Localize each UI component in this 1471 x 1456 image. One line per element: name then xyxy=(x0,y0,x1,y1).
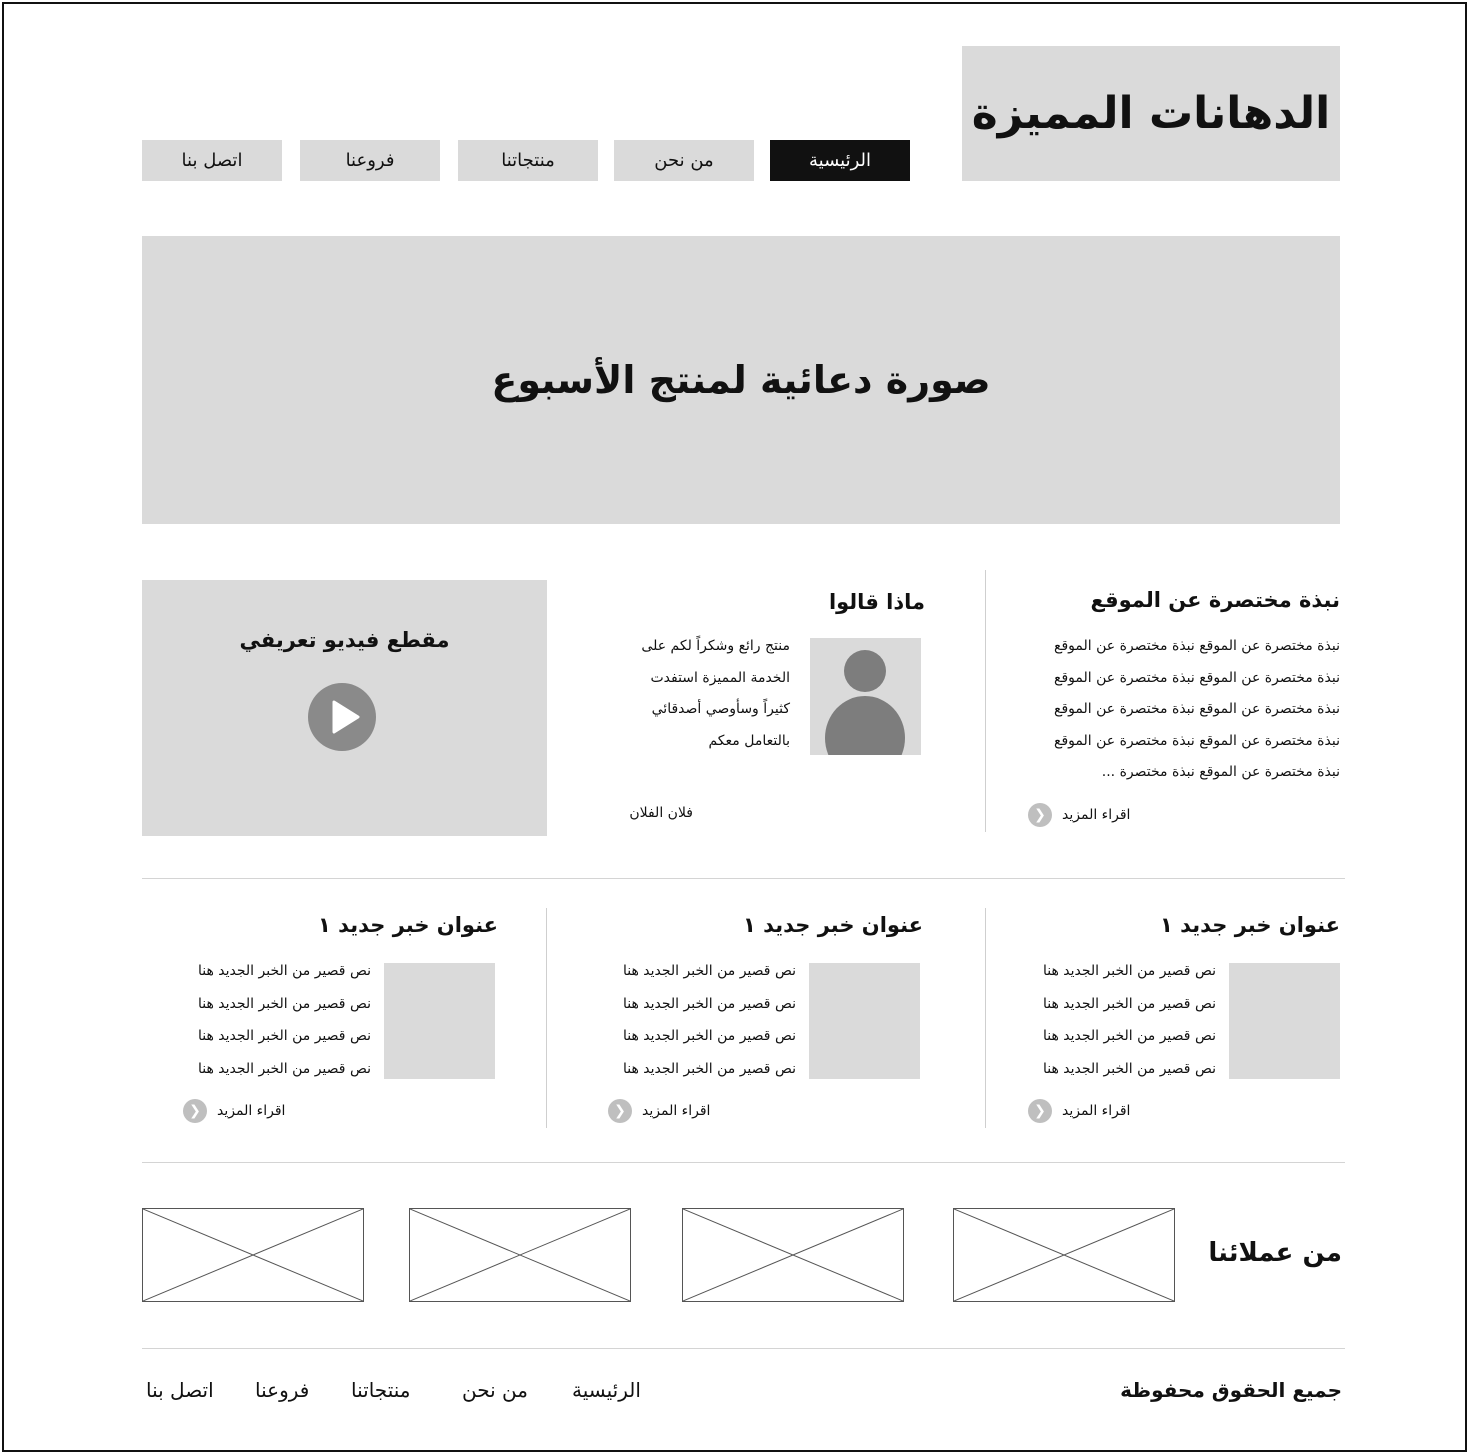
news-text: نص قصير من الخبر الجديد هنا نص قصير من ا… xyxy=(146,955,371,1085)
client-logo[interactable] xyxy=(142,1208,364,1302)
clients-title: من عملائنا xyxy=(1208,1238,1342,1268)
news-line: نص قصير من الخبر الجديد هنا xyxy=(1042,995,1216,1012)
nav-about[interactable]: من نحن xyxy=(614,140,754,181)
testimonial-line: منتج رائع وشكراً لكم على xyxy=(641,638,790,654)
news-text: نص قصير من الخبر الجديد هنا نص قصير من ا… xyxy=(990,955,1216,1085)
copyright-text: جميع الحقوق محفوظة xyxy=(1120,1378,1342,1402)
column-divider xyxy=(985,570,986,832)
news-read-more[interactable]: اقراء المزيد ❮ xyxy=(1028,1099,1130,1123)
nav-contact[interactable]: اتصل بنا xyxy=(142,140,282,181)
news-title: عنوان خبر جديد ١ xyxy=(317,913,498,937)
column-divider xyxy=(546,908,547,1128)
news-line: نص قصير من الخبر الجديد هنا xyxy=(1042,1028,1216,1044)
nav-branches-label: فروعنا xyxy=(345,150,395,171)
image-placeholder-icon xyxy=(409,1208,631,1302)
news-read-more[interactable]: اقراء المزيد ❮ xyxy=(183,1099,285,1123)
client-logo[interactable] xyxy=(682,1208,904,1302)
news-title: عنوان خبر جديد ١ xyxy=(1159,913,1340,937)
read-more-label: اقراء المزيد xyxy=(1062,807,1131,823)
news-image xyxy=(809,963,920,1079)
nav-about-label: من نحن xyxy=(654,150,714,171)
nav-home[interactable]: الرئيسية xyxy=(770,140,910,181)
about-line: نبذة مختصرة عن الموقع نبذة مختصرة ... xyxy=(1101,764,1340,780)
footer-link-about[interactable]: من نحن xyxy=(462,1378,528,1402)
nav-products[interactable]: منتجاتنا xyxy=(458,140,598,181)
user-icon xyxy=(825,650,905,755)
testimonial-title: ماذا قالوا xyxy=(828,590,925,614)
footer-link-products[interactable]: منتجاتنا xyxy=(351,1378,410,1402)
video-player[interactable]: مقطع فيديو تعريفي xyxy=(142,580,547,836)
testimonial-line: كثيراً وسأوصي أصدقائي xyxy=(651,701,790,717)
about-line: نبذة مختصرة عن الموقع نبذة مختصرة عن الم… xyxy=(1054,732,1340,749)
read-more-label: اقراء المزيد xyxy=(217,1103,286,1119)
news-read-more[interactable]: اقراء المزيد ❮ xyxy=(608,1099,710,1123)
footer-link-contact[interactable]: اتصل بنا xyxy=(146,1378,214,1402)
about-line: نبذة مختصرة عن الموقع نبذة مختصرة عن الم… xyxy=(1054,669,1340,686)
about-line: نبذة مختصرة عن الموقع نبذة مختصرة عن الم… xyxy=(1054,638,1340,654)
news-title: عنوان خبر جديد ١ xyxy=(742,913,923,937)
video-title: مقطع فيديو تعريفي xyxy=(239,628,450,652)
about-read-more[interactable]: اقراء المزيد ❮ xyxy=(1028,803,1130,827)
chevron-left-icon: ❮ xyxy=(1028,1099,1052,1123)
nav-home-label: الرئيسية xyxy=(809,150,871,171)
chevron-left-icon: ❮ xyxy=(1028,803,1052,827)
image-placeholder-icon xyxy=(682,1208,904,1302)
site-logo[interactable]: الدهانات المميزة xyxy=(962,46,1340,181)
hero-banner[interactable]: صورة دعائية لمنتج الأسبوع xyxy=(142,236,1340,524)
news-line: نص قصير من الخبر الجديد هنا xyxy=(197,1060,371,1077)
chevron-left-icon: ❮ xyxy=(183,1099,207,1123)
nav-products-label: منتجاتنا xyxy=(501,150,555,171)
about-text: نبذة مختصرة عن الموقع نبذة مختصرة عن الم… xyxy=(1000,631,1340,789)
news-line: نص قصير من الخبر الجديد هنا xyxy=(197,963,371,979)
testimonial-line: الخدمة المميزة استفدت xyxy=(650,669,790,686)
about-line: نبذة مختصرة عن الموقع نبذة مختصرة عن الم… xyxy=(1054,701,1340,717)
image-placeholder-icon xyxy=(142,1208,364,1302)
nav-branches[interactable]: فروعنا xyxy=(300,140,440,181)
section-divider xyxy=(142,878,1345,879)
hero-text: صورة دعائية لمنتج الأسبوع xyxy=(491,358,991,402)
news-line: نص قصير من الخبر الجديد هنا xyxy=(197,1028,371,1044)
client-logo[interactable] xyxy=(953,1208,1175,1302)
client-logo[interactable] xyxy=(409,1208,631,1302)
news-line: نص قصير من الخبر الجديد هنا xyxy=(622,1028,796,1044)
nav-contact-label: اتصل بنا xyxy=(181,150,243,171)
news-line: نص قصير من الخبر الجديد هنا xyxy=(1042,963,1216,979)
testimonial-text: منتج رائع وشكراً لكم على الخدمة المميزة … xyxy=(590,631,790,757)
news-line: نص قصير من الخبر الجديد هنا xyxy=(1042,1060,1216,1077)
news-line: نص قصير من الخبر الجديد هنا xyxy=(197,995,371,1012)
read-more-label: اقراء المزيد xyxy=(1062,1103,1131,1119)
chevron-left-icon: ❮ xyxy=(608,1099,632,1123)
news-line: نص قصير من الخبر الجديد هنا xyxy=(622,995,796,1012)
read-more-label: اقراء المزيد xyxy=(642,1103,711,1119)
play-icon[interactable] xyxy=(308,683,376,751)
section-divider xyxy=(142,1162,1345,1163)
testimonial-line: بالتعامل معكم xyxy=(708,732,790,749)
news-line: نص قصير من الخبر الجديد هنا xyxy=(622,1060,796,1077)
image-placeholder-icon xyxy=(953,1208,1175,1302)
footer-link-home[interactable]: الرئيسية xyxy=(572,1378,641,1402)
section-divider xyxy=(142,1348,1345,1349)
news-line: نص قصير من الخبر الجديد هنا xyxy=(622,963,796,979)
avatar xyxy=(810,638,921,755)
footer-link-branches[interactable]: فروعنا xyxy=(255,1378,309,1402)
news-text: نص قصير من الخبر الجديد هنا نص قصير من ا… xyxy=(570,955,796,1085)
about-title: نبذة مختصرة عن الموقع xyxy=(1090,588,1340,612)
site-title: الدهانات المميزة xyxy=(971,88,1331,139)
news-image xyxy=(384,963,495,1079)
testimonial-author: فلان الفلان xyxy=(629,805,693,821)
column-divider xyxy=(985,908,986,1128)
news-image xyxy=(1229,963,1340,1079)
